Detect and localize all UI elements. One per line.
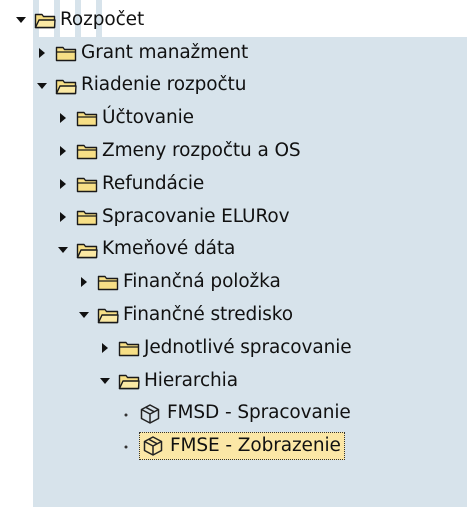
- folder-icon: [118, 339, 144, 357]
- expand-arrow-icon[interactable]: [56, 177, 70, 191]
- tree-node-label: Riadenie rozpočtu: [81, 74, 247, 96]
- transaction-cube-icon: [142, 435, 170, 457]
- folder-icon: [76, 175, 102, 193]
- navigation-tree: Rozpočet Grant manažment Riadenie rozpočtu…: [0, 0, 467, 507]
- tree-node-label: Grant manažment: [81, 41, 249, 63]
- collapse-arrow-icon[interactable]: [14, 13, 28, 27]
- tree-node-label: Rozpočet: [60, 8, 145, 30]
- tree-node-label: Zmeny rozpočtu a OS: [102, 139, 301, 161]
- tree-node-label: Finančné stredisko: [123, 303, 293, 325]
- tree-node-label: Finančná položka: [123, 271, 281, 293]
- collapse-arrow-icon[interactable]: [35, 79, 49, 93]
- leaf-bullet-icon: [119, 407, 133, 421]
- tree-transaction-row[interactable]: FMSE - Zobrazenie: [0, 426, 467, 466]
- folder-icon: [76, 109, 102, 127]
- expand-arrow-icon[interactable]: [56, 111, 70, 125]
- collapse-arrow-icon[interactable]: [56, 243, 70, 257]
- expand-arrow-icon[interactable]: [35, 46, 49, 60]
- folder-open-icon: [97, 306, 123, 324]
- folder-icon: [55, 44, 81, 62]
- collapse-arrow-icon[interactable]: [77, 308, 91, 322]
- tree-node-label: Refundácie: [102, 172, 205, 194]
- tree-node-label: FMSE - Zobrazenie: [170, 435, 341, 457]
- expand-arrow-icon[interactable]: [56, 144, 70, 158]
- folder-open-icon: [55, 77, 81, 95]
- leaf-bullet-icon: [119, 439, 133, 453]
- folder-open-icon: [76, 241, 102, 259]
- folder-open-icon: [118, 372, 144, 390]
- selected-node-highlight[interactable]: FMSE - Zobrazenie: [139, 432, 345, 461]
- folder-icon: [76, 142, 102, 160]
- tree-node-label: Kmeňové dáta: [102, 238, 236, 260]
- collapse-arrow-icon[interactable]: [98, 374, 112, 388]
- tree-node-label: Účtovanie: [102, 107, 194, 129]
- expand-arrow-icon[interactable]: [56, 210, 70, 224]
- transaction-cube-icon: [139, 403, 167, 425]
- expand-arrow-icon[interactable]: [98, 341, 112, 355]
- tree-node-label: Spracovanie ELURov: [102, 205, 290, 227]
- tree-node-label: Hierarchia: [144, 369, 238, 391]
- tree-node-label: FMSD - Spracovanie: [167, 402, 351, 424]
- expand-arrow-icon[interactable]: [77, 275, 91, 289]
- folder-icon: [97, 273, 123, 291]
- tree-node-label: Jednotlivé spracovanie: [144, 336, 352, 358]
- folder-open-icon: [34, 11, 60, 29]
- folder-icon: [76, 208, 102, 226]
